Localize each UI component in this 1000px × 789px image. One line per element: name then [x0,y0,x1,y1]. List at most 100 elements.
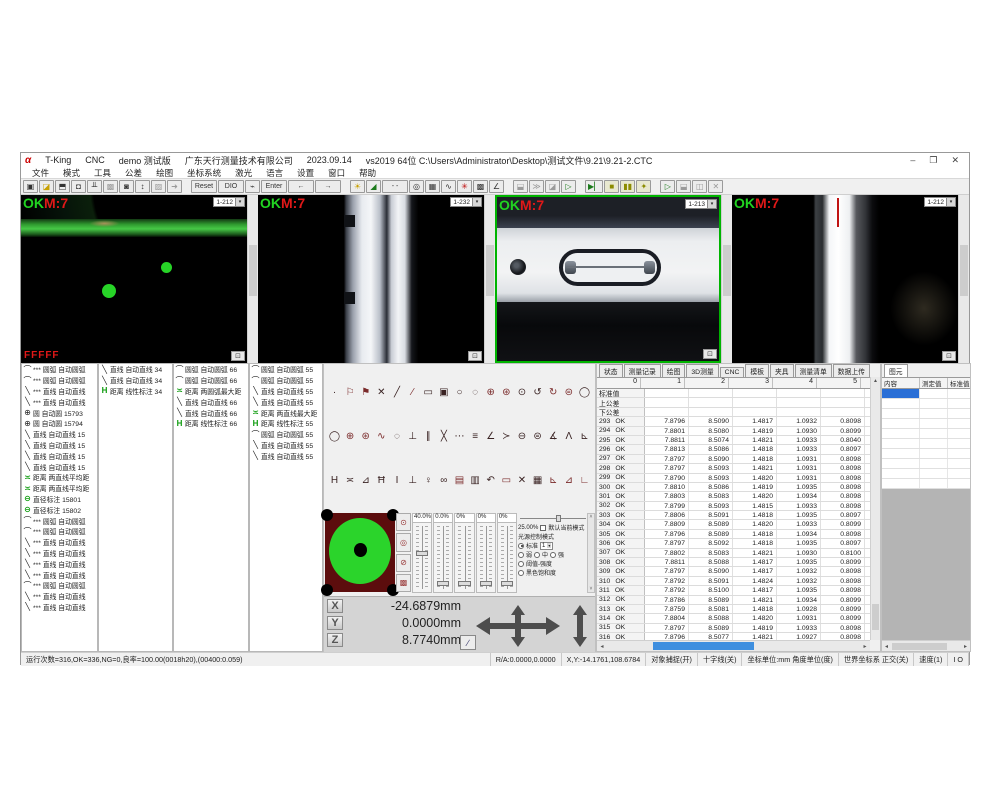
measure-tool-icon[interactable]: ⚑ [359,386,372,399]
stop-button[interactable]: ■ [604,180,619,193]
list-item[interactable]: ╲直线 自动直线 66 [174,396,248,407]
list-item[interactable]: ⊕圆 自动圆 15794 [22,418,97,429]
measure-tool-icon[interactable]: ○ [453,386,466,399]
table-tab[interactable]: 测量清单 [795,364,832,377]
measure-tool-icon[interactable]: ◌ [469,386,482,399]
save2-button[interactable]: ⬓ [676,180,691,193]
cancel-button[interactable]: ✕ [708,180,723,193]
dimension-tool-icon[interactable]: ⊾ [547,474,560,487]
run-to-end-button[interactable]: ▶▏ [585,180,603,193]
table-row[interactable]: 305OK 7.87968.50891.48181.09340.80981.09… [597,530,870,539]
table-row[interactable]: 295OK 7.88118.50741.48211.09330.80401.09… [597,436,870,445]
measure-tool-icon[interactable]: ↻ [547,386,560,399]
standard-radio[interactable] [518,543,524,549]
table-row[interactable]: 298OK 7.87978.50931.48211.09310.80981.09… [597,464,870,473]
shield-button[interactable]: ◘ [71,180,86,193]
table-row[interactable]: 293OK 7.87968.50901.48171.09320.80981.09… [597,417,870,426]
table-row[interactable]: 304OK 7.88098.50891.48201.09330.80991.09… [597,520,870,529]
list-item[interactable]: ╲*** 直线 自动直线 [22,537,97,548]
camera2-scrollbar[interactable] [484,195,495,363]
menu-item[interactable]: 绘图 [149,167,180,179]
speed-label[interactable]: 速度(1) [914,653,948,666]
dimension-tool-icon[interactable]: ▭ [500,474,513,487]
list-item[interactable]: ⊖直径标注 15802 [22,504,97,515]
list-item[interactable]: ╲*** 直线 自动直线 [22,558,97,569]
dimension-tool-icon[interactable]: ✕ [516,474,529,487]
table-row[interactable]: 303OK 7.88068.50911.48181.09350.80971.09… [597,511,870,520]
menu-item[interactable]: 设置 [290,167,321,179]
image-button[interactable]: ◢ [366,180,381,193]
maximize-button[interactable]: ❐ [929,155,937,166]
arrow-left-button[interactable]: ← [288,180,314,193]
object-snap-toggle[interactable]: 对象捕捉(开) [646,653,698,666]
element-hscrollbar[interactable]: ◂▸ [882,640,970,651]
light-segment-button[interactable]: ⊘ [396,554,411,572]
io-label[interactable]: I O [948,653,969,666]
light-slider[interactable]: 40.0% [412,513,432,593]
menu-item[interactable]: 公差 [118,167,149,179]
construct-tool-icon[interactable]: Λ [562,430,575,443]
arrow-right-button[interactable]: → [315,180,341,193]
table-tab[interactable]: 3D测量 [686,364,718,377]
construct-tool-icon[interactable]: ◌ [391,430,404,443]
diagonal-move-button[interactable]: ∕ [460,635,476,650]
camera1-scrollbar[interactable] [247,195,258,363]
list-item[interactable]: ╲直线 自动直线 55 [250,450,322,461]
menu-item[interactable]: 窗口 [321,167,352,179]
table-row[interactable]: 316OK 7.87968.50771.48211.09270.80981.09… [597,633,870,640]
pane-corner-icon[interactable]: ⊡ [231,351,245,361]
measure-tool-icon[interactable]: ╱ [391,386,404,399]
list-item[interactable]: ╲*** 直线 自动直线 [22,569,97,580]
measure-tool-icon[interactable]: ▣ [437,386,450,399]
list-item[interactable]: ⌒*** 圆弧 自动圆弧 [22,364,97,375]
table-row[interactable]: 307OK 7.88028.50831.48211.09300.81001.09… [597,549,870,558]
table-row[interactable]: 315OK 7.87978.50891.48191.09330.80981.09… [597,624,870,633]
dimension-tool-icon[interactable]: Ħ [375,474,388,487]
dimension-tool-icon[interactable]: ⊿ [562,474,575,487]
list-item[interactable]: ╲直线 自动直线 15 [22,461,97,472]
list-item[interactable]: ⌒*** 圆弧 自动圆弧 [22,515,97,526]
crosshair-toggle[interactable]: 十字线(关) [698,653,743,666]
pattern-button[interactable]: ▦ [425,180,440,193]
open-file-button[interactable]: ◪ [39,180,54,193]
play-button[interactable]: ▷ [660,180,675,193]
camera-view-4[interactable]: OKM:7 1-212▾ ⊡ [732,195,958,363]
light-segment-button[interactable]: ⊙ [396,513,411,531]
element-tab[interactable]: 图元 [884,364,908,377]
dimension-tool-icon[interactable]: ∞ [437,474,450,487]
reset-button[interactable]: Reset [191,180,217,193]
table-tab[interactable]: 绘图 [662,364,686,377]
laser-star-button[interactable]: ✳ [457,180,472,193]
high-radio[interactable] [550,552,556,558]
slider-adjust-button[interactable]: ⌁ [245,180,260,193]
camera3-scrollbar[interactable] [721,195,732,363]
slider-thumb[interactable] [480,581,492,586]
disabled-block2-button[interactable]: ▨ [151,180,166,193]
menu-item[interactable]: 语言 [259,167,290,179]
table-tab[interactable]: 数据上传 [833,364,870,377]
new-file-button[interactable]: ▣ [23,180,38,193]
camera-view-3-selected[interactable]: OKM:7 1-213▾ ⊡ [495,195,721,363]
list-item[interactable]: ╲直线 自动直线 55 [250,386,322,397]
table-row[interactable]: 301OK 7.88038.50831.48201.09340.80981.09… [597,492,870,501]
construct-tool-icon[interactable]: ⊛ [359,430,372,443]
list-item[interactable]: ╲直线 自动直线 15 [22,429,97,440]
dimension-tool-icon[interactable]: ▥ [469,474,482,487]
default-mode-checkbox[interactable] [540,525,546,531]
measure-tool-icon[interactable]: ⚐ [344,386,357,399]
camera-select-dropdown[interactable]: 1-232▾ [450,197,482,207]
dimension-tool-icon[interactable]: ▦ [531,474,544,487]
dash-button[interactable]: - - [382,180,408,193]
table-tab[interactable]: 模板 [745,364,769,377]
table-row[interactable]: 下公差 [597,408,870,417]
list-item[interactable]: ╲*** 直线 自动直线 [22,548,97,559]
list-item[interactable]: ≍距离 两直线最大距 [250,407,322,418]
table-row[interactable]: 299OK 7.87908.50931.48201.09310.80981.09… [597,474,870,483]
mid-radio[interactable] [534,552,540,558]
dimension-tool-icon[interactable]: ⊿ [359,474,372,487]
measure-tool-icon[interactable]: ↺ [531,386,544,399]
camera-select-dropdown[interactable]: 1-212▾ [924,197,956,207]
camera-view-2[interactable]: OKM:7 1-232▾ ⊡ [258,195,484,363]
table-tab[interactable]: 状态 [599,364,623,377]
batch-button[interactable]: ≫ [529,180,544,193]
